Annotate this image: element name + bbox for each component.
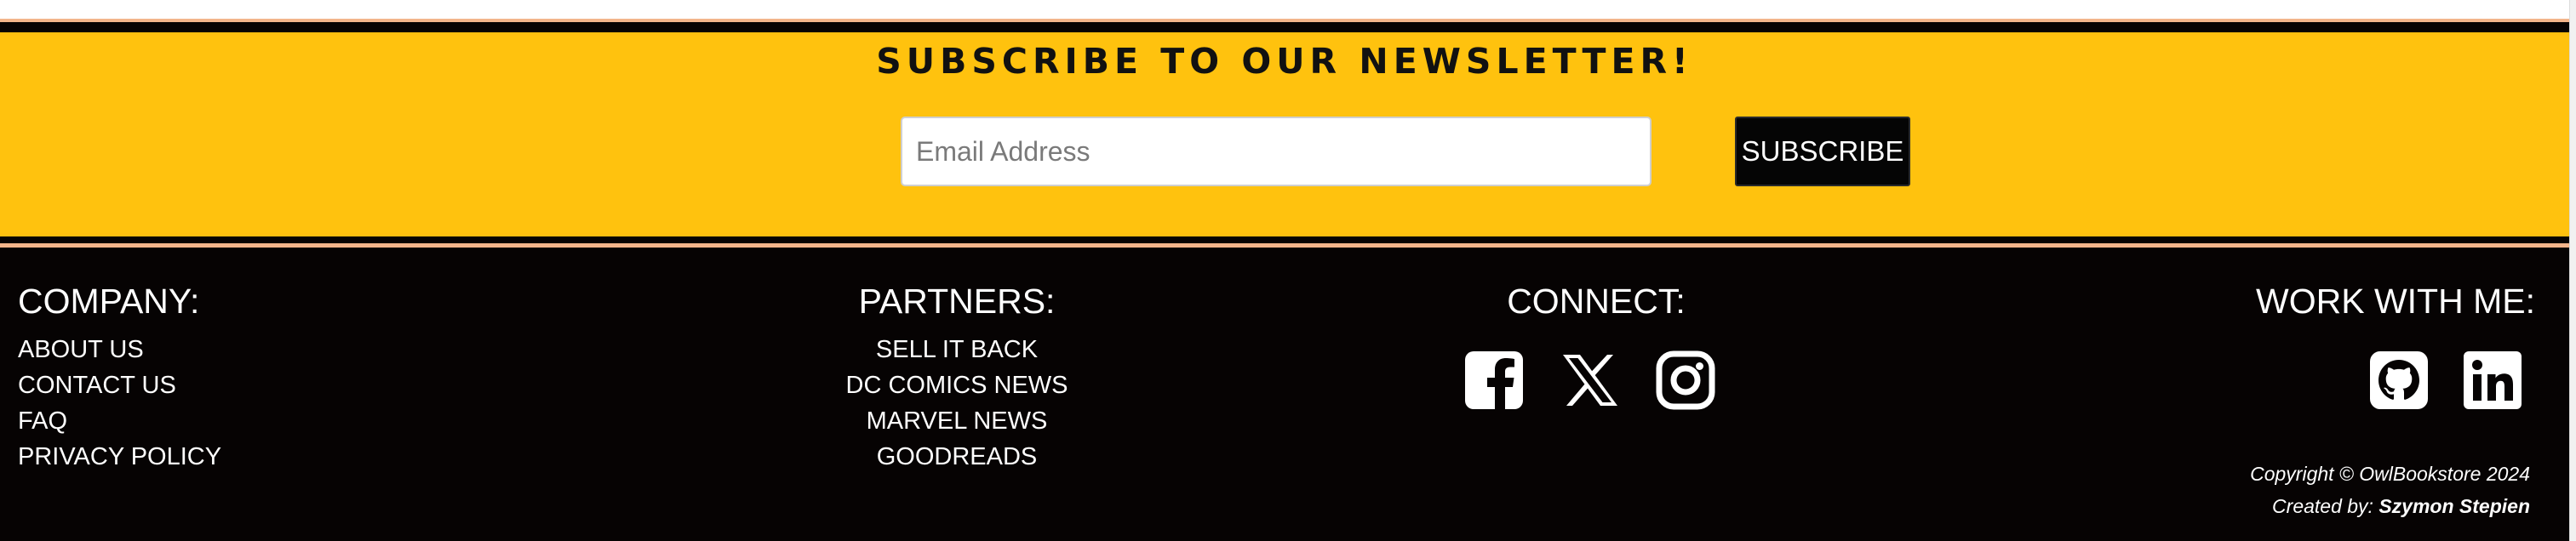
footer-link-about-us[interactable]: ABOUT US <box>18 336 144 364</box>
footer-link-dc-comics-news[interactable]: DC COMICS NEWS <box>800 372 1113 400</box>
facebook-icon[interactable] <box>1463 350 1525 411</box>
subscribe-button[interactable]: SUBSCRIBE <box>1735 117 1910 186</box>
footer-link-goodreads[interactable]: GOODREADS <box>800 443 1113 471</box>
page-top-area <box>0 0 2576 19</box>
footer-link-marvel-news[interactable]: MARVEL NEWS <box>800 407 1113 436</box>
footer-link-faq[interactable]: FAQ <box>18 407 67 436</box>
connect-heading: CONNECT: <box>1507 282 1686 321</box>
footer-link-contact-us[interactable]: CONTACT US <box>18 372 176 400</box>
x-twitter-icon[interactable] <box>1560 350 1621 411</box>
linkedin-icon[interactable] <box>2462 350 2523 411</box>
footer-link-privacy-policy[interactable]: PRIVACY POLICY <box>18 443 221 471</box>
instagram-icon[interactable] <box>1655 350 1716 411</box>
email-field[interactable] <box>901 117 1652 186</box>
work-with-me-heading: WORK WITH ME: <box>2256 282 2535 321</box>
author-name: Szymon Stepien <box>2379 495 2530 517</box>
divider-stripe <box>0 236 2569 243</box>
created-by-label: Created by: <box>2272 495 2373 517</box>
github-icon[interactable] <box>2368 350 2430 411</box>
footer-link-sell-it-back[interactable]: SELL IT BACK <box>800 336 1113 364</box>
copyright-text: Copyright © OwlBookstore 2024 <box>2250 463 2530 485</box>
divider-stripe <box>0 22 2569 32</box>
copyright-block: Copyright © OwlBookstore 2024 Created by… <box>2250 458 2530 522</box>
newsletter-title: SUBSCRIBE TO OUR NEWSLETTER! <box>876 41 1693 82</box>
partners-heading: PARTNERS: <box>858 282 1056 321</box>
created-by-line: Created by: Szymon Stepien <box>2250 490 2530 522</box>
site-footer: COMPANY: ABOUT US CONTACT US FAQ PRIVACY… <box>0 248 2569 541</box>
newsletter-section: SUBSCRIBE TO OUR NEWSLETTER! SUBSCRIBE <box>0 36 2569 233</box>
vertical-scrollbar[interactable] <box>2569 0 2576 541</box>
company-heading: COMPANY: <box>18 282 200 321</box>
